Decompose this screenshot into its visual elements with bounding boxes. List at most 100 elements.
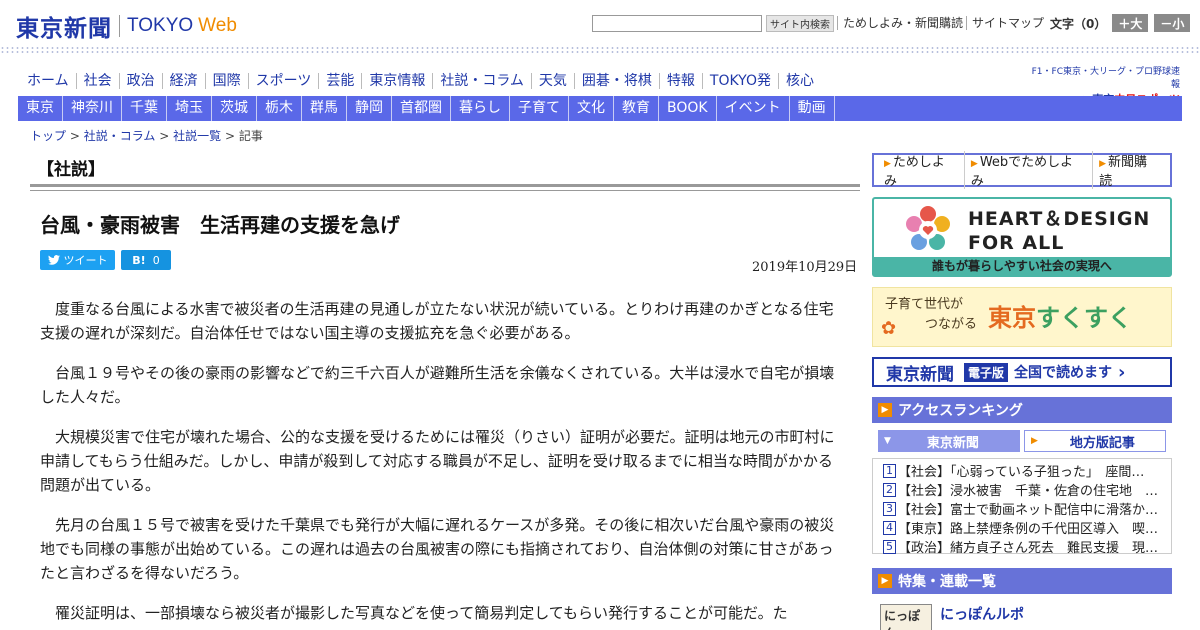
sukusuku-brand: 東京すくすく: [988, 304, 1132, 332]
header-link-sitemap[interactable]: サイトマップ: [966, 16, 1044, 30]
header-link-subscribe[interactable]: ためしよみ・新聞購読: [837, 16, 963, 30]
subscribe-web-trial-link[interactable]: ▶ Webでためしよみ: [963, 151, 1092, 189]
region-item-culture[interactable]: 文化: [569, 96, 614, 121]
nav-item-politics[interactable]: 政治: [120, 73, 163, 89]
font-smaller-button[interactable]: －小: [1154, 14, 1191, 32]
arrow-right-icon: ▶: [970, 159, 978, 169]
breadcrumb-separator: >: [159, 129, 170, 143]
hatena-icon: B!: [132, 253, 146, 267]
heart-design-tagline: 誰もが暮らしやすい社会の実現へ: [874, 257, 1170, 275]
breadcrumb-top[interactable]: トップ: [30, 129, 66, 143]
logo-divider: [119, 15, 120, 37]
sukusuku-banner[interactable]: 子育て世代が つながる ✿ 東京すくすく: [872, 287, 1172, 347]
features-title: 特集・連載一覧: [898, 574, 996, 590]
article-paragraph: 台風１９号やその後の豪雨の影響などで約三千六百人が避難所生活を余儀なくされている…: [40, 364, 835, 406]
nav-item-editorial[interactable]: 社説・コラム: [433, 73, 532, 89]
nav-item-core[interactable]: 核心: [779, 73, 821, 89]
triangle-right-icon: ▶: [1031, 436, 1038, 446]
nav-item-home[interactable]: ホーム: [20, 73, 77, 89]
hatena-count: 0: [152, 253, 160, 267]
logo-english: TOKYO: [127, 15, 194, 36]
region-item-metropolitan[interactable]: 首都圏: [392, 96, 451, 121]
region-item-tokyo[interactable]: 東京: [18, 96, 63, 121]
flower-icon: ✿: [881, 318, 897, 339]
nav-item-go-shogi[interactable]: 囲碁・将棋: [575, 73, 660, 89]
nav-item-special-report[interactable]: 特報: [660, 73, 703, 89]
font-larger-button[interactable]: ＋大: [1112, 14, 1149, 32]
ranking-item[interactable]: 3 【社会】富士で動画ネット配信中に滑落か…: [883, 499, 1171, 518]
font-size-label: 文字（0）: [1050, 16, 1107, 31]
triangle-down-icon: ▼: [884, 436, 891, 446]
ranking-header: ▶ アクセスランキング: [872, 397, 1172, 423]
region-item-parenting[interactable]: 子育て: [510, 96, 569, 121]
region-item-ibaraki[interactable]: 茨城: [212, 96, 257, 121]
nav-item-entertainment[interactable]: 芸能: [319, 73, 363, 89]
article-date: 2019年10月29日: [752, 260, 858, 275]
nav-item-world[interactable]: 国際: [206, 73, 249, 89]
site-search-button[interactable]: サイト内検索: [766, 14, 834, 32]
ranking-item[interactable]: 4 【東京】路上禁煙条例の千代田区導入 喫…: [883, 518, 1171, 537]
region-item-tochigi[interactable]: 栃木: [257, 96, 302, 121]
ranking-item[interactable]: 2 【社会】浸水被害 千葉・佐倉の住宅地 …: [883, 480, 1171, 499]
main-nav: ホーム 社会 政治 経済 国際 スポーツ 芸能 東京情報 社説・コラム 天気 囲…: [20, 70, 821, 92]
nav-item-weather[interactable]: 天気: [532, 73, 575, 89]
digital-edition-tag: 電子版: [964, 362, 1009, 382]
region-item-living[interactable]: 暮らし: [451, 96, 510, 121]
chunichi-tagline: F1・FC東京・大リーグ・プロ野球速報: [1031, 67, 1180, 90]
heart-design-banner[interactable]: HEART＆DESIGN FOR ALL 誰もが暮らしやすい社会の実現へ: [872, 197, 1172, 277]
ranking-tab-tokyo[interactable]: ▼ 東京新聞: [878, 430, 1020, 452]
section-divider: [30, 184, 860, 191]
logo-web: Web: [198, 15, 237, 36]
region-item-chiba[interactable]: 千葉: [122, 96, 167, 121]
chevron-right-icon: ›: [1118, 361, 1126, 383]
nav-item-tokyo-hatsu[interactable]: TOKYO発: [703, 73, 779, 89]
region-item-shizuoka[interactable]: 静岡: [347, 96, 392, 121]
region-item-book[interactable]: BOOK: [659, 96, 717, 121]
region-item-kanagawa[interactable]: 神奈川: [63, 96, 122, 121]
region-item-education[interactable]: 教育: [614, 96, 659, 121]
section-title: 【社説】: [37, 160, 105, 180]
feature-item[interactable]: にっぽん にっぽんルポ: [872, 600, 1172, 630]
breadcrumb-separator: >: [224, 129, 235, 143]
article-headline: 台風・豪雨被害 生活再建の支援を急げ: [40, 213, 400, 237]
site-search-input[interactable]: [592, 14, 762, 32]
digital-edition-banner[interactable]: 東京新聞 電子版 全国で読めます ›: [872, 357, 1172, 387]
nav-item-tokyo-info[interactable]: 東京情報: [362, 73, 434, 89]
article-paragraph: 罹災証明は、一部損壊なら被災者が撮影した写真などを使って簡易判定してもらい発行す…: [55, 604, 788, 622]
feature-title: にっぽんルポ: [940, 607, 1024, 623]
tweet-button[interactable]: ツイート: [40, 250, 115, 270]
ranking-tab-local[interactable]: ▶ 地方版記事: [1024, 430, 1166, 452]
arrow-right-icon: ▶: [884, 159, 891, 169]
article-paragraph: 度重なる台風による水害で被災者の生活再建の見通しが立たない状況が続いている。とり…: [40, 300, 834, 342]
arrow-right-icon: ▶: [878, 403, 892, 417]
region-item-gunma[interactable]: 群馬: [302, 96, 347, 121]
site-header: 東京新聞 TOKYO Web サイト内検索 ためしよみ・新聞購読 サイトマップ …: [0, 0, 1200, 46]
article-paragraph: 大規模災害で住宅が壊れた場合、公的な支援を受けるためには罹災（りさい）証明が必要…: [40, 428, 835, 494]
site-logo[interactable]: 東京新聞 TOKYO Web: [16, 9, 237, 43]
breadcrumb-current: 記事: [238, 129, 263, 143]
digital-edition-logo: 東京新聞: [886, 364, 954, 385]
ranking-item[interactable]: 1 【社会】「心弱っている子狙った」 座間…: [883, 461, 1171, 480]
logo-japanese: 東京新聞: [16, 15, 112, 42]
features-header: ▶ 特集・連載一覧: [872, 568, 1172, 594]
region-item-event[interactable]: イベント: [717, 96, 790, 121]
breadcrumb-editorial[interactable]: 社説・コラム: [84, 129, 156, 143]
digital-edition-text: 全国で読めます: [1014, 365, 1113, 381]
hatena-bookmark-button[interactable]: B! 0: [121, 250, 171, 270]
nav-item-sports[interactable]: スポーツ: [249, 73, 320, 89]
region-item-video[interactable]: 動画: [790, 96, 835, 121]
twitter-icon: [47, 255, 60, 265]
region-nav: 東京 神奈川 千葉 埼玉 茨城 栃木 群馬 静岡 首都圏 暮らし 子育て 文化 …: [18, 96, 1182, 121]
arrow-right-icon: ▶: [878, 574, 892, 588]
subscribe-paper-link[interactable]: ▶ 新聞購読: [1092, 151, 1166, 189]
region-item-saitama[interactable]: 埼玉: [167, 96, 212, 121]
tweet-label: ツイート: [63, 254, 108, 267]
nav-item-economy[interactable]: 経済: [163, 73, 206, 89]
nav-item-society[interactable]: 社会: [77, 73, 120, 89]
subscription-tabs: ▶ ためしよみ ▶ Webでためしよみ ▶ 新聞購読: [872, 151, 1172, 189]
ranking-tabs: ▼ 東京新聞 ▶ 地方版記事: [872, 430, 1172, 454]
ranking-item[interactable]: 5 【政治】緒方貞子さん死去 難民支援 現…: [883, 537, 1171, 556]
article-paragraph: 先月の台風１５号で被害を受けた千葉県でも発行が大幅に遅れるケースが多発。その後に…: [40, 516, 835, 582]
breadcrumb-editorial-list[interactable]: 社説一覧: [173, 129, 221, 143]
subscribe-trial-link[interactable]: ▶ ためしよみ: [878, 151, 964, 189]
